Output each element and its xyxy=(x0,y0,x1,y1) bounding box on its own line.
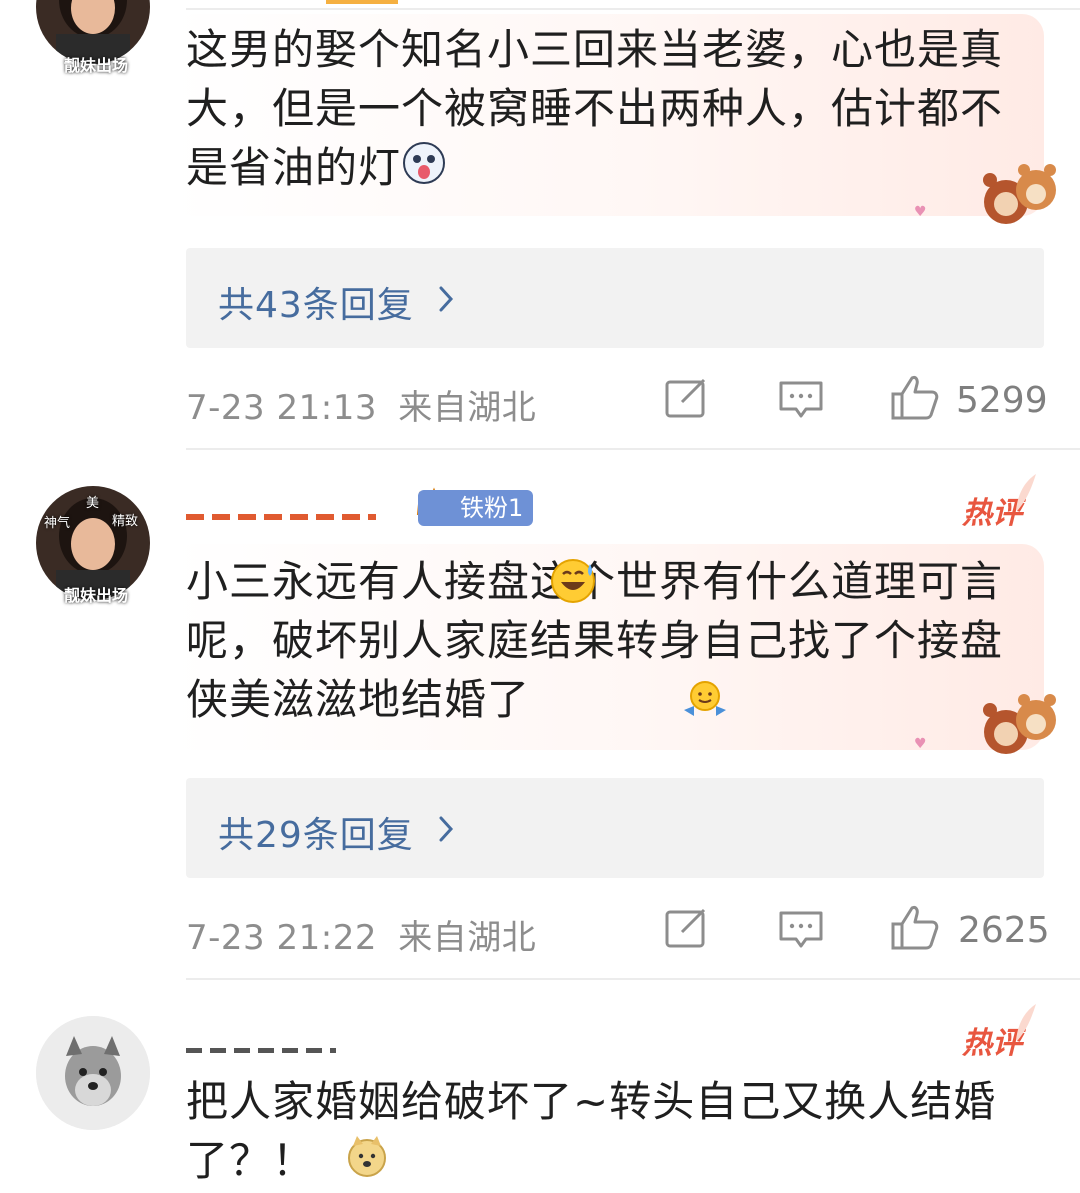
view-replies-link-2[interactable]: 共29条回复 xyxy=(218,806,414,858)
shrug-emoji-icon xyxy=(682,676,728,726)
comment-divider-1 xyxy=(186,448,1080,450)
avatar-caption-2: 靓妹出场 xyxy=(64,586,129,605)
hot-feather-icon-2 xyxy=(1012,472,1038,516)
bear-sticker-icon-2 xyxy=(976,690,1068,762)
comment-text-1: 这男的娶个知名小三回来当老婆，心也是真大，但是一个被窝睡不出两种人，估计都不是省… xyxy=(186,20,1006,201)
like-count-2: 2625 xyxy=(958,910,1050,951)
reply-icon[interactable] xyxy=(664,378,710,420)
comment-divider-2 xyxy=(186,978,1080,980)
comment-time: 7-23 21:22 xyxy=(186,918,377,958)
sticker-decoration-icon-2: ♥ xyxy=(914,736,927,752)
thumbs-up-icon[interactable] xyxy=(890,374,940,420)
sticker-decoration-icon-1: ♥ xyxy=(914,204,927,220)
username-cropped-3[interactable] xyxy=(186,1044,346,1054)
comment-meta-2: 7-23 21:22 来自湖北 xyxy=(186,910,536,959)
top-divider xyxy=(186,8,1080,10)
username-cropped-2[interactable] xyxy=(186,510,386,524)
comment-text-2: 小三永远有人接盘这个世界有什么道理可言呢，破坏别人家庭结果转身自己找了个接盘侠美… xyxy=(186,557,1004,724)
avatar-tag-1: 神气 xyxy=(44,516,71,531)
thumbs-up-icon[interactable] xyxy=(890,904,940,950)
chevron-right-icon xyxy=(436,814,456,844)
avatar-caption-1: 靓妹出场 xyxy=(64,56,129,75)
like-count-1: 5299 xyxy=(956,380,1048,421)
hot-feather-icon-3 xyxy=(1012,1002,1038,1046)
comment-location: 来自湖北 xyxy=(398,918,537,958)
reply-icon[interactable] xyxy=(664,908,710,950)
fan-badge[interactable]: 铁粉1 xyxy=(418,490,534,526)
dog-tongue-emoji-icon xyxy=(401,140,447,201)
commenter-avatar-3[interactable] xyxy=(36,1016,150,1130)
bear-sticker-icon-1 xyxy=(976,160,1068,232)
avatar-tag-3: 精致 xyxy=(112,514,139,529)
comment-icon[interactable] xyxy=(778,380,824,420)
doge-emoji-icon xyxy=(345,1134,389,1193)
avatar-tag-2: 美 xyxy=(86,496,100,511)
chevron-right-icon xyxy=(436,284,456,314)
comment-text-3: 把人家婚姻给破坏了~转头自己又换人结婚了？！ xyxy=(186,1072,1046,1193)
view-replies-link-1[interactable]: 共43条回复 xyxy=(218,276,414,328)
comment-meta-1: 7-23 21:13 来自湖北 xyxy=(186,380,536,429)
top-partial-badge xyxy=(326,0,398,4)
comment-location: 来自湖北 xyxy=(398,388,537,428)
comment-time: 7-23 21:13 xyxy=(186,388,377,428)
comment-icon[interactable] xyxy=(778,910,824,950)
grin-sweat-emoji-icon xyxy=(548,556,598,610)
